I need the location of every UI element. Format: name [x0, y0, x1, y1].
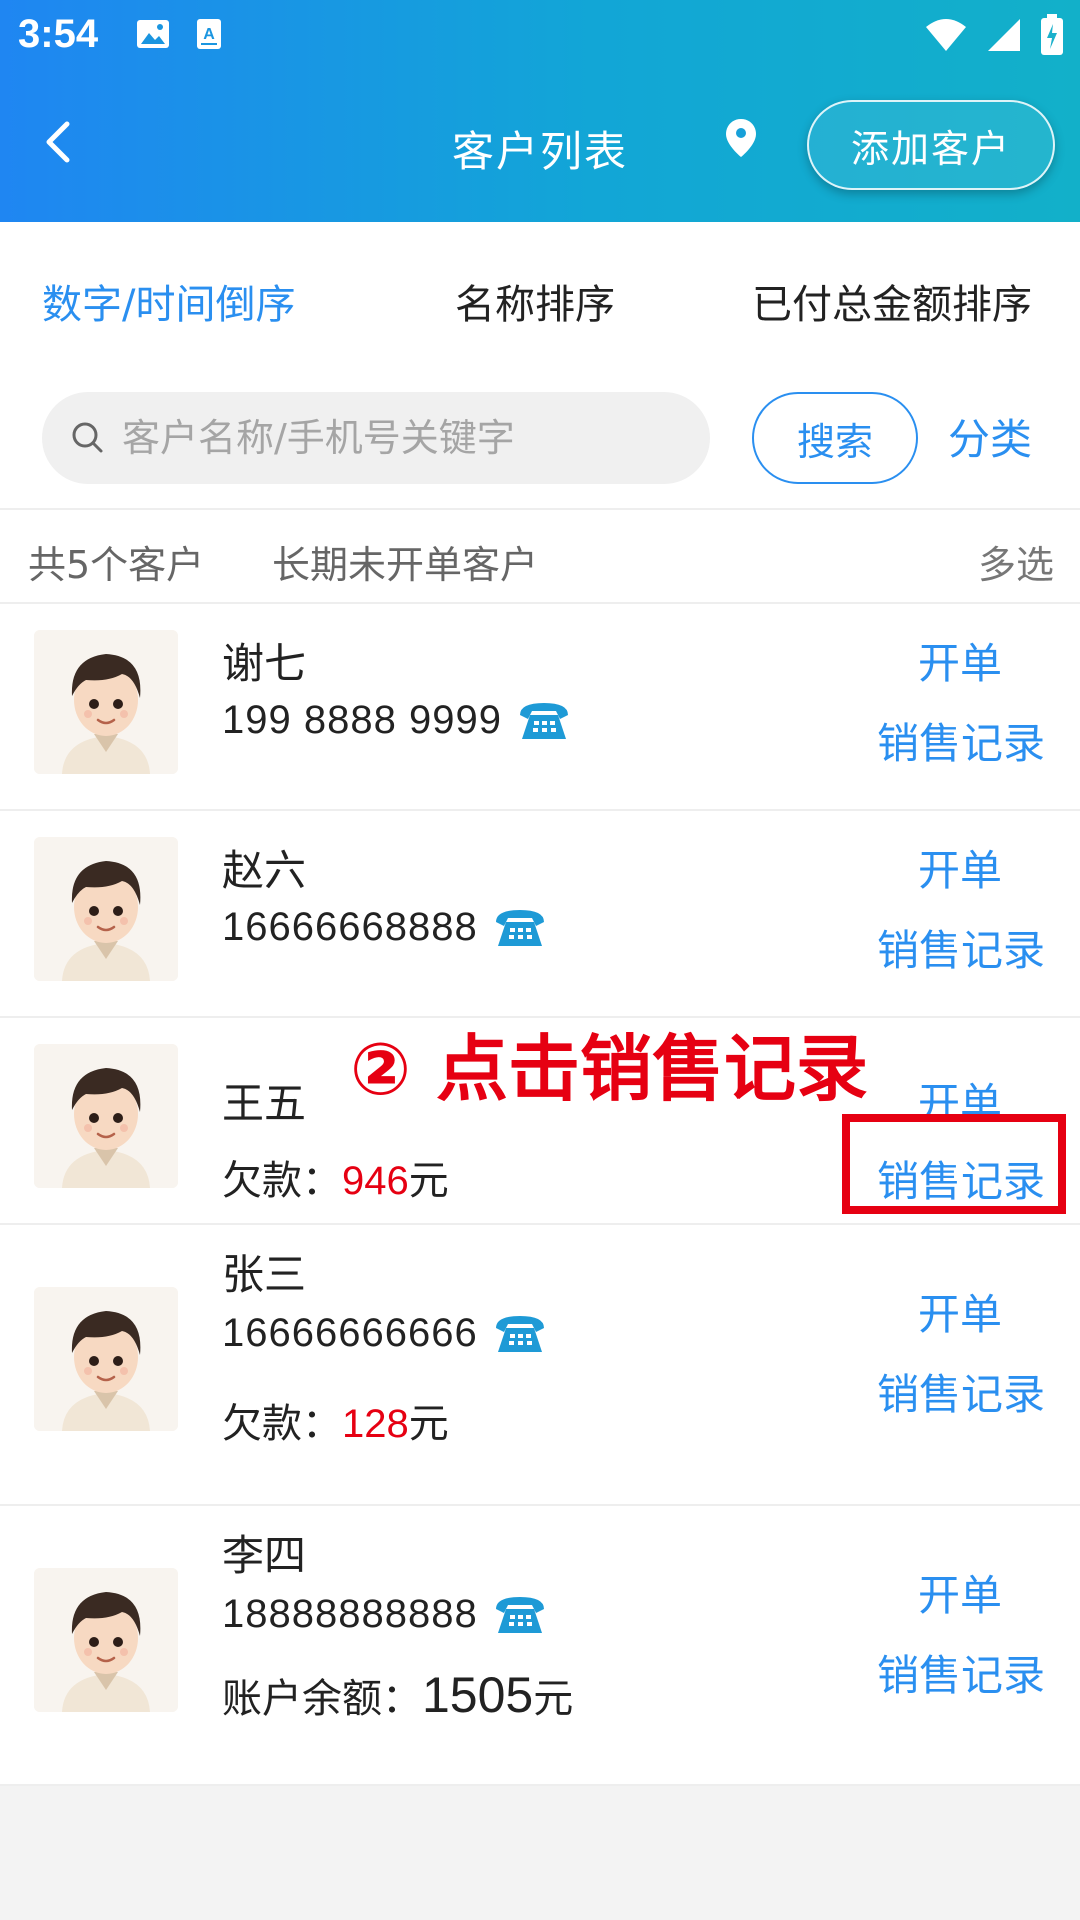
customer-name: 李四 — [222, 1531, 307, 1580]
status-time: 3:54 — [18, 12, 99, 56]
customer-phone: 18888888888 — [222, 1592, 548, 1637]
add-customer-button[interactable]: 添加客户 — [807, 100, 1055, 190]
status-icons-left: A — [136, 18, 222, 54]
sort-tab-name[interactable]: 名称排序 — [455, 272, 615, 330]
open-order-button[interactable]: 开单 — [918, 1562, 1002, 1623]
status-bar: 3:54 A — [0, 0, 1080, 72]
search-icon — [72, 422, 103, 453]
customer-phone: 16666668888 — [222, 905, 548, 950]
phone-number: 18888888888 — [222, 1592, 478, 1636]
debt-label: 欠款： — [222, 1158, 342, 1204]
battery-icon — [1040, 14, 1064, 60]
multi-select-button[interactable]: 多选 — [978, 534, 1054, 589]
customer-name: 王五 — [222, 1079, 307, 1128]
balance-amount: 1505 — [422, 1667, 534, 1723]
open-order-button[interactable]: 开单 — [918, 630, 1002, 691]
avatar — [34, 837, 178, 981]
tutorial-annotation: ② 点击销售记录 — [350, 1027, 869, 1111]
avatar — [34, 1044, 178, 1188]
app-root: 3:54 A 客户列表 添加客户 数字/时间倒序 名称排序 已付总金额排序 客户… — [0, 0, 1080, 1920]
status-icons-right — [924, 14, 1064, 60]
customer-balance: 账户余额：1505元 — [222, 1666, 573, 1724]
search-row: 搜索 分类 — [0, 372, 1080, 510]
customer-name: 张三 — [222, 1250, 307, 1299]
image-icon — [136, 19, 170, 53]
customer-debt: 欠款：128元 — [222, 1391, 449, 1449]
customer-count: 共5个客户 — [28, 543, 205, 587]
category-button[interactable]: 分类 — [948, 406, 1032, 467]
search-box — [42, 392, 710, 484]
header: 3:54 A 客户列表 添加客户 — [0, 0, 1080, 222]
summary-row: 共5个客户 长期未开单客户 多选 — [0, 510, 1080, 604]
list-item[interactable]: 张三 16666666666 欠款：128元 开单 销售记录 — [0, 1225, 1080, 1506]
sales-record-button[interactable]: 销售记录 — [877, 917, 1045, 978]
navbar: 客户列表 添加客户 — [0, 90, 1080, 200]
sort-tab-time-desc[interactable]: 数字/时间倒序 — [42, 272, 295, 330]
debt-amount: 946 — [342, 1159, 409, 1203]
open-order-button[interactable]: 开单 — [918, 1281, 1002, 1342]
phone-number: 199 8888 9999 — [222, 698, 502, 742]
svg-text:A: A — [203, 26, 215, 43]
location-button[interactable] — [718, 110, 764, 166]
sort-bar: 数字/时间倒序 名称排序 已付总金额排序 — [0, 222, 1080, 372]
signal-icon — [986, 17, 1022, 57]
list-item[interactable]: 谢七 199 8888 9999 开单 销售记录 — [0, 604, 1080, 811]
customer-name: 谢七 — [222, 639, 307, 688]
list-item[interactable]: 李四 18888888888 账户余额：1505元 开单 销售记录 — [0, 1506, 1080, 1786]
open-order-button[interactable]: 开单 — [918, 837, 1002, 898]
currency-unit: 元 — [533, 1676, 574, 1722]
search-input[interactable] — [122, 392, 692, 484]
a-keyboard-icon: A — [196, 18, 222, 54]
debt-amount: 128 — [342, 1402, 409, 1446]
avatar — [34, 630, 178, 774]
sales-record-button[interactable]: 销售记录 — [877, 1642, 1045, 1703]
telephone-icon[interactable] — [492, 906, 548, 950]
currency-unit: 元 — [408, 1401, 449, 1447]
highlight-box — [842, 1114, 1066, 1214]
sales-record-button[interactable]: 销售记录 — [877, 1361, 1045, 1422]
avatar — [34, 1287, 178, 1431]
balance-label: 账户余额： — [222, 1676, 422, 1722]
telephone-icon[interactable] — [516, 699, 572, 743]
phone-number: 16666666666 — [222, 1311, 478, 1355]
customer-name: 赵六 — [222, 846, 307, 895]
sales-record-button[interactable]: 销售记录 — [877, 710, 1045, 771]
telephone-icon[interactable] — [492, 1593, 548, 1637]
inactive-customers-filter[interactable]: 长期未开单客户 — [272, 534, 538, 589]
customer-phone: 199 8888 9999 — [222, 698, 572, 743]
location-pin-icon — [726, 119, 756, 157]
search-button[interactable]: 搜索 — [752, 392, 918, 484]
list-item[interactable]: 赵六 16666668888 开单 销售记录 — [0, 811, 1080, 1018]
avatar — [34, 1568, 178, 1712]
customer-debt: 欠款：946元 — [222, 1148, 449, 1206]
sort-tab-paid-amount[interactable]: 已付总金额排序 — [752, 272, 1032, 330]
currency-unit: 元 — [408, 1158, 449, 1204]
debt-label: 欠款： — [222, 1401, 342, 1447]
telephone-icon[interactable] — [492, 1312, 548, 1356]
wifi-icon — [924, 17, 968, 57]
customer-phone: 16666666666 — [222, 1311, 548, 1356]
phone-number: 16666668888 — [222, 905, 478, 949]
